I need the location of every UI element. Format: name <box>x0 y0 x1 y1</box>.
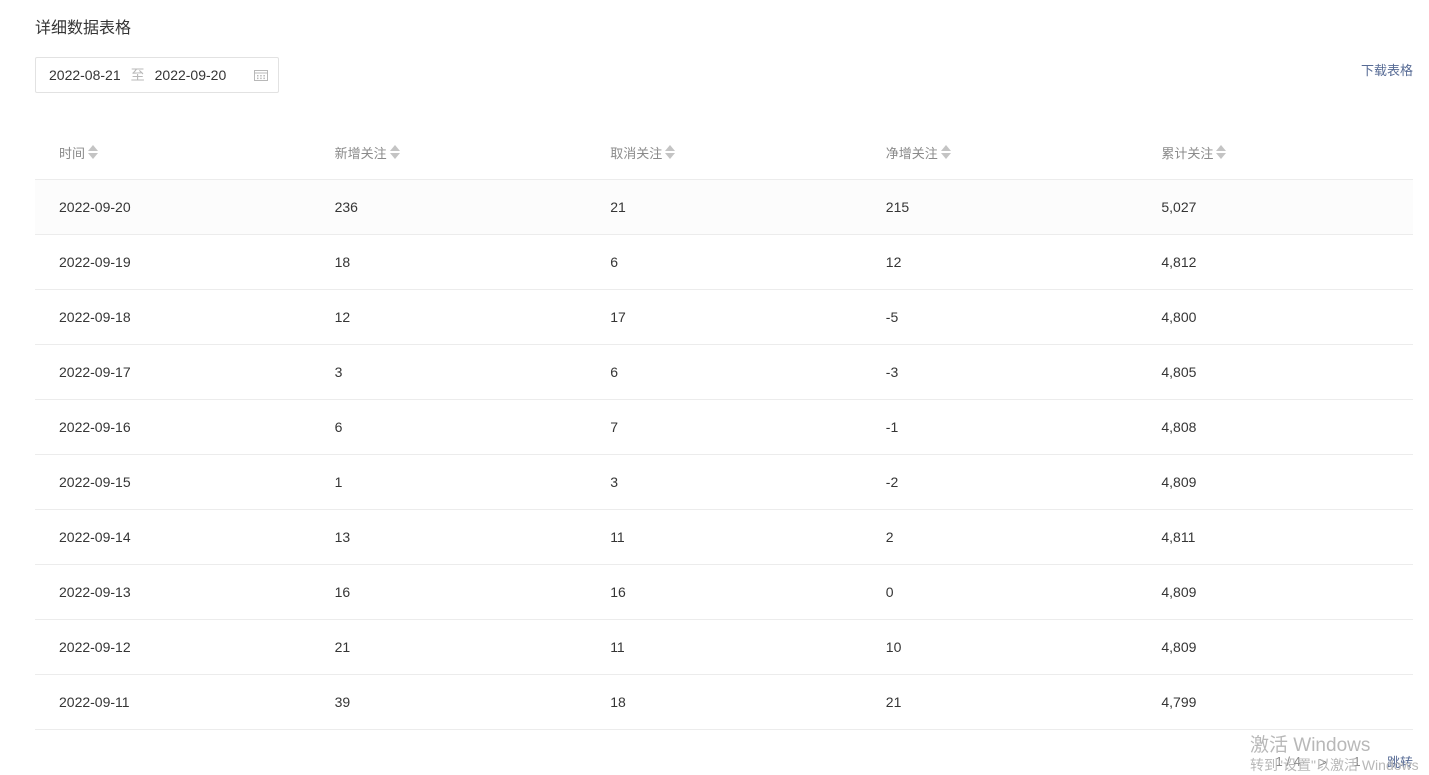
cell-unfollows: 11 <box>610 529 625 545</box>
sort-icon[interactable] <box>665 145 676 159</box>
column-header-label: 取消关注 <box>610 145 663 161</box>
table-row: 2022-09-17 3 6 -3 4,805 <box>35 345 1413 400</box>
cell-date: 2022-09-14 <box>59 529 131 545</box>
next-page-button[interactable]: > <box>1319 754 1327 770</box>
page-info: 1 / 4 <box>1275 754 1301 769</box>
pagination: 1 / 4 > 1 跳转 <box>1276 752 1414 771</box>
cell-date: 2022-09-12 <box>59 639 131 655</box>
cell-new-follows: 6 <box>334 419 343 435</box>
download-table-link[interactable]: 下载表格 <box>1361 60 1413 79</box>
page: 详细数据表格 2022-08-21 至 2022-09-20 下载表格 时间 新… <box>0 0 1429 775</box>
column-header-label: 累计关注 <box>1161 145 1214 161</box>
cell-unfollows: 17 <box>610 309 626 325</box>
cell-net-follows: -5 <box>885 309 899 325</box>
cell-date: 2022-09-18 <box>59 309 131 325</box>
cell-net-follows: 215 <box>885 199 910 215</box>
sort-icon[interactable] <box>940 145 951 159</box>
cell-total-follows: 4,799 <box>1161 694 1197 710</box>
cell-unfollows: 3 <box>610 474 618 490</box>
cell-net-follows: 10 <box>885 639 902 655</box>
cell-unfollows: 11 <box>610 639 625 655</box>
cell-new-follows: 236 <box>334 199 358 215</box>
cell-net-follows: 2 <box>885 529 894 545</box>
cell-new-follows: 21 <box>334 639 351 655</box>
cell-date: 2022-09-19 <box>59 254 131 270</box>
date-range-picker[interactable]: 2022-08-21 至 2022-09-20 <box>35 57 279 93</box>
column-header-total-follows[interactable]: 累计关注 <box>1137 143 1413 162</box>
cell-new-follows: 12 <box>334 309 351 325</box>
start-date[interactable]: 2022-08-21 <box>49 67 121 83</box>
column-header-label: 新增关注 <box>334 145 387 161</box>
cell-date: 2022-09-16 <box>59 419 131 435</box>
calendar-icon[interactable] <box>254 69 268 81</box>
cell-net-follows: -2 <box>885 474 899 490</box>
column-header-label: 净增关注 <box>885 145 938 161</box>
cell-date: 2022-09-13 <box>59 584 131 600</box>
end-date[interactable]: 2022-09-20 <box>155 67 227 83</box>
data-table: 时间 新增关注 取消关注 净增关注 累计关注 2022-09-20 236 21… <box>35 125 1413 730</box>
table-row: 2022-09-19 18 6 12 4,812 <box>35 235 1413 290</box>
cell-new-follows: 13 <box>334 529 351 545</box>
cell-unfollows: 18 <box>610 694 626 710</box>
cell-net-follows: 0 <box>885 584 894 600</box>
cell-total-follows: 4,809 <box>1161 639 1197 655</box>
cell-date: 2022-09-20 <box>59 199 131 215</box>
column-header-label: 时间 <box>59 145 86 161</box>
cell-date: 2022-09-17 <box>59 364 131 380</box>
cell-new-follows: 39 <box>334 694 351 710</box>
sort-icon[interactable] <box>389 145 400 159</box>
cell-unfollows: 21 <box>610 199 626 215</box>
column-header-unfollows[interactable]: 取消关注 <box>586 143 862 162</box>
cell-total-follows: 4,808 <box>1161 419 1197 435</box>
cell-date: 2022-09-15 <box>59 474 131 490</box>
cell-total-follows: 4,812 <box>1161 254 1197 270</box>
table-row: 2022-09-18 12 17 -5 4,800 <box>35 290 1413 345</box>
cell-total-follows: 4,800 <box>1161 309 1197 325</box>
table-header: 时间 新增关注 取消关注 净增关注 累计关注 <box>35 125 1413 180</box>
cell-net-follows: -1 <box>885 419 899 435</box>
cell-new-follows: 3 <box>334 364 343 380</box>
cell-unfollows: 6 <box>610 254 618 270</box>
cell-total-follows: 4,805 <box>1161 364 1197 380</box>
cell-net-follows: 21 <box>885 694 902 710</box>
jump-button[interactable]: 跳转 <box>1387 752 1413 771</box>
cell-new-follows: 16 <box>334 584 351 600</box>
table-row: 2022-09-20 236 21 215 5,027 <box>35 180 1413 235</box>
sort-icon[interactable] <box>1216 145 1227 159</box>
page-jump-input[interactable]: 1 <box>1345 754 1369 769</box>
table-row: 2022-09-16 6 7 -1 4,808 <box>35 400 1413 455</box>
cell-net-follows: 12 <box>885 254 902 270</box>
column-header-net-follows[interactable]: 净增关注 <box>862 143 1138 162</box>
cell-total-follows: 5,027 <box>1161 199 1197 215</box>
cell-date: 2022-09-11 <box>59 694 130 710</box>
table-row: 2022-09-15 1 3 -2 4,809 <box>35 455 1413 510</box>
table-row: 2022-09-11 39 18 21 4,799 <box>35 675 1413 730</box>
cell-new-follows: 1 <box>334 474 343 490</box>
cell-total-follows: 4,811 <box>1161 529 1196 545</box>
section-title: 详细数据表格 <box>35 20 132 37</box>
table-row: 2022-09-14 13 11 2 4,811 <box>35 510 1413 565</box>
cell-total-follows: 4,809 <box>1161 584 1197 600</box>
cell-unfollows: 7 <box>610 419 618 435</box>
cell-unfollows: 6 <box>610 364 618 380</box>
date-separator: 至 <box>130 67 145 83</box>
cell-total-follows: 4,809 <box>1161 474 1197 490</box>
table-row: 2022-09-12 21 11 10 4,809 <box>35 620 1413 675</box>
cell-unfollows: 16 <box>610 584 626 600</box>
cell-new-follows: 18 <box>334 254 351 270</box>
table-row: 2022-09-13 16 16 0 4,809 <box>35 565 1413 620</box>
cell-net-follows: -3 <box>885 364 899 380</box>
column-header-new-follows[interactable]: 新增关注 <box>311 143 587 162</box>
sort-icon[interactable] <box>88 145 99 159</box>
column-header-time[interactable]: 时间 <box>35 143 311 162</box>
